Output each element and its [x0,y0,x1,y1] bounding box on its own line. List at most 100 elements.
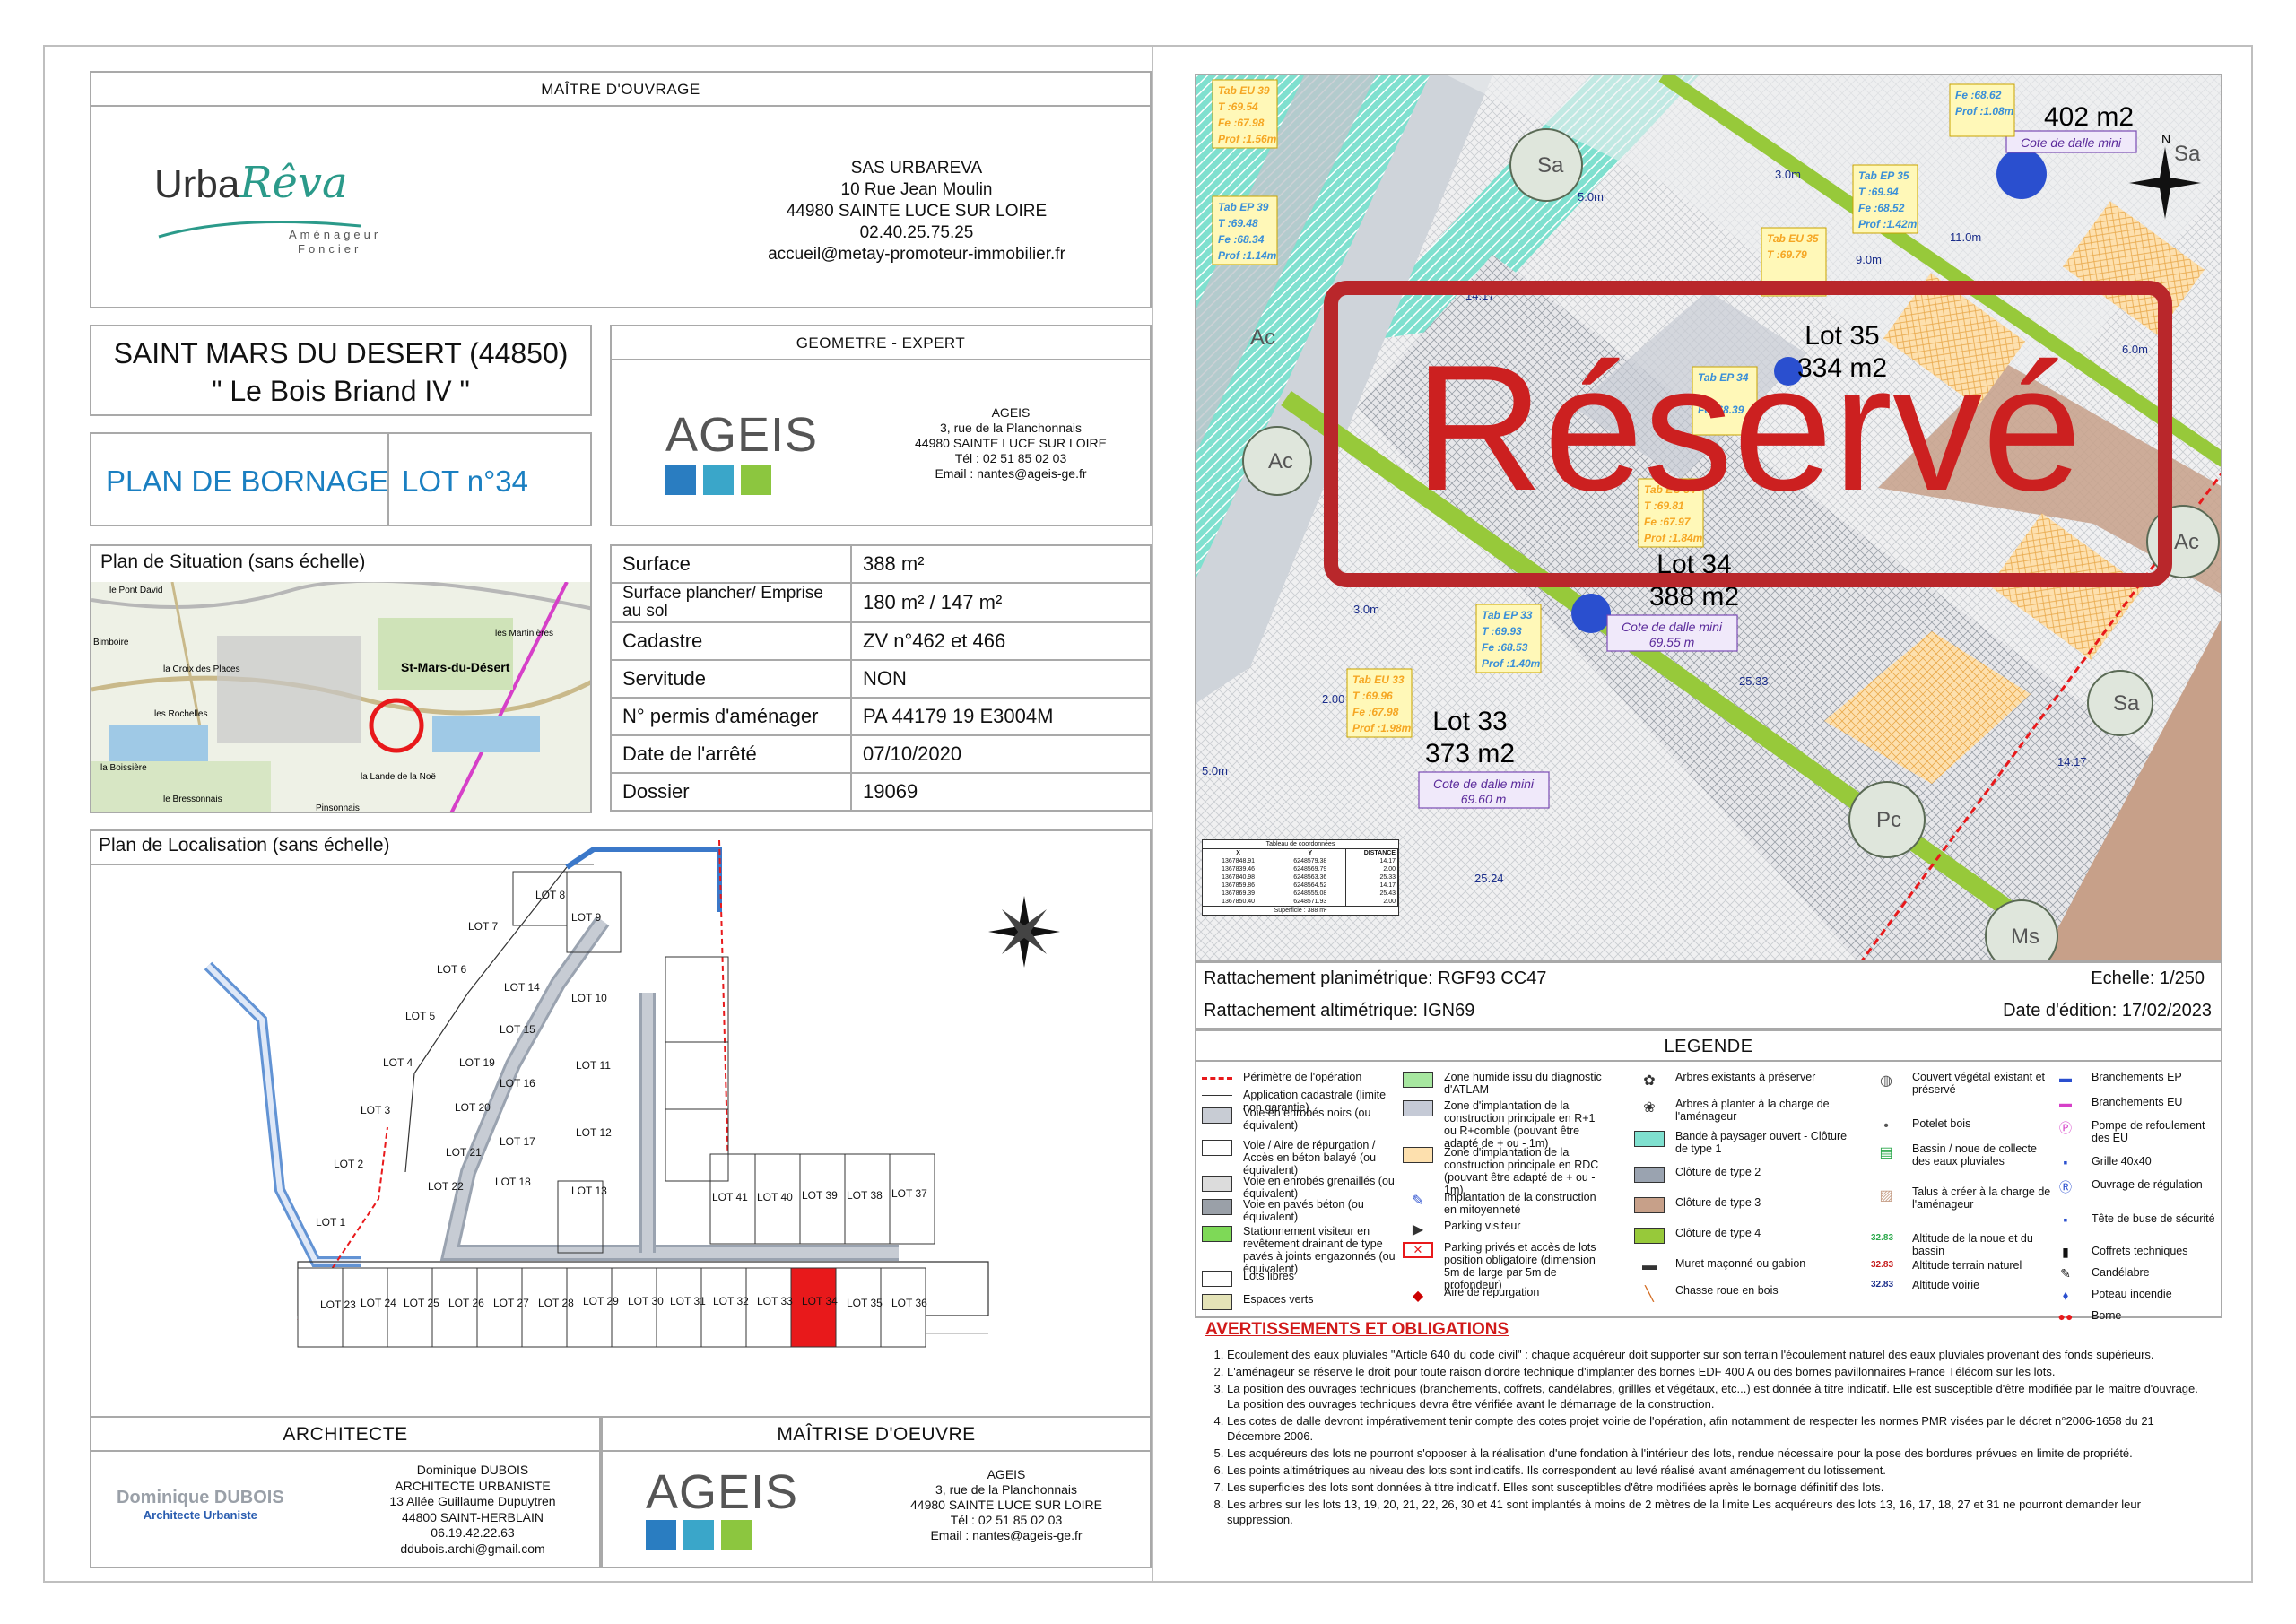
project-city: SAINT MARS DU DESERT (44850) [113,337,569,369]
legend-swatch [1634,1197,1665,1213]
legend-swatch: ⬧ [2062,1288,2069,1302]
ar-line: ddubois.archi@gmail.com [400,1541,545,1556]
legend-swatch: Ⓟ [2059,1121,2072,1135]
dimension-label: 25.24 [1474,872,1504,885]
tab-title: Tab EP 33 [1482,609,1533,621]
legend-swatch: ✕ [1403,1242,1433,1258]
legend-item: Ouvrage de régulation [2092,1178,2203,1191]
legend-item: Muret maçonné ou gabion [1675,1257,1806,1270]
dimension-label: 14.17 [2057,755,2087,769]
coord-row: 1367840.98 6248563.36 25.33 [1203,873,1398,881]
legend-item: Tête de buse de sécurité [2092,1212,2215,1225]
lot-label: LOT 21 [446,1146,482,1159]
legend-swatch [1634,1131,1665,1147]
situation-box: Plan de Situation (sans échelle) le Pont… [90,544,592,813]
legend-item: Branchements EU [2092,1096,2183,1108]
legend-swatch: ✿ [1643,1073,1656,1089]
legend-swatch: ▪ [2063,1212,2068,1227]
tab-line: Prof :1.08m [1955,105,2014,117]
tab-line: Prof :1.56m [1218,133,1277,145]
md-line: Email : nantes@ageis-ge.fr [930,1528,1083,1542]
page-divider [1152,47,1177,1581]
tab-line: Fe :68.62 [1955,89,2002,101]
coord-row: 1367848.91 6248579.38 14.17 [1203,857,1398,865]
svg-text:la Boissière: la Boissière [100,763,147,773]
coord-table-footer: Superficie : 388 m² [1203,906,1398,915]
lot-label: LOT 22 [428,1180,464,1193]
tab-line: T :69.94 [1858,186,1899,198]
geometre-box: GEOMETRE - EXPERT AGEIS AGEIS 3, rue de … [610,325,1152,526]
rattachement-alti: Rattachement altimétrique: IGN69 [1204,1001,1475,1020]
compass-rose-icon [988,896,1060,968]
avertissement-item: Les superficies des lots sont données à … [1227,1480,2206,1495]
lot-label: LOT 19 [459,1056,495,1069]
legend-item: Bassin / noue de collecte des eaux pluvi… [1912,1142,2037,1168]
lot-label: LOT 11 [576,1059,611,1072]
legend-swatch [1202,1140,1232,1156]
svg-text:la Lande de la Noë: la Lande de la Noë [361,772,436,782]
dimension-label: 3.0m [1775,168,1801,181]
legend-swatch [1403,1147,1433,1163]
table-row: N° permis d'aménager PA 44179 19 E3004M [610,697,1152,736]
svg-text:la Croix des Places: la Croix des Places [163,664,240,674]
ageis-logo: AGEIS [665,407,818,499]
legend-item: Pompe de refoulement des EU [2092,1119,2205,1144]
highlighted-lot [790,1267,837,1348]
lot-parcel [700,1267,747,1348]
avertissement-item: La position des ouvrages techniques (bra… [1227,1381,2206,1411]
plan-drawing: N Lot 35334 m2Lot 34388 m2Lot 33373 m240… [1196,75,2221,960]
coord-table-title: Tableau de coordonnées [1203,840,1398,849]
tab-title: Tab EU 33 [1352,673,1405,686]
lot-label: LOT 34 [802,1295,838,1307]
avertissement-item: Les cotes de dalle devront impérativemen… [1227,1413,2206,1444]
lot-label: LOT 30 [628,1295,664,1307]
coord-row: 1367839.46 6248569.79 2.00 [1203,865,1398,873]
ar-line: 06.19.42.22.63 [430,1525,515,1540]
lot-parcel [665,1041,729,1110]
maitrise-box: MAÎTRISE D'OEUVRE AGEIS AGEIS 3, rue de … [601,1416,1152,1568]
legend-item: Aire de répurgation [1444,1286,1540,1298]
ar-line: Dominique DUBOIS [416,1463,529,1477]
ar-line: 44800 SAINT-HERBLAIN [402,1509,544,1524]
avertissements-list: Ecoulement des eaux pluviales "Article 6… [1202,1347,2206,1529]
legend-swatch: Ⓡ [2059,1180,2072,1194]
mo-line: accueil@metay-promoteur-immobilier.fr [768,245,1065,264]
coord-table-rows: X Y DISTANCE 1367848.91 6248579.38 14.17 13678… [1203,849,1398,906]
legend-item: Poteau incendie [2092,1288,2172,1300]
lot-label: LOT 1 [316,1216,345,1229]
ageis-logo-2: AGEIS [646,1464,798,1555]
legend-swatch: ╲ [1645,1287,1654,1302]
info-table: Surface 388 m² Surface plancher/ Emprise … [610,544,1152,812]
table-row: Surface plancher/ Emprise au sol 180 m² /… [610,582,1152,623]
table-row: Surface 388 m² [610,544,1152,584]
lot-label: LOT 8 [535,889,565,901]
situation-title: Plan de Situation (sans échelle) [100,551,366,572]
legend-item: Voie / Aire de répurgation / Accès en bé… [1243,1139,1377,1177]
legend-swatch [1403,1072,1433,1088]
cote-value: 69.60 m [1461,792,1507,806]
project-name: " Le Bois Briand IV " [212,375,470,407]
table-row: Servitude NON [610,659,1152,699]
geometre-header: GEOMETRE - EXPERT [612,326,1150,360]
lot-label: LOT 9 [571,911,601,924]
lot-label: LOT 38 [847,1189,883,1202]
lot-parcel [611,1267,657,1348]
lot-label: LOT 40 [757,1191,793,1203]
svg-text:les Rochelles: les Rochelles [154,709,207,719]
svg-text:les Martinières: les Martinières [495,629,553,638]
legend-swatch: ▪ [2063,1155,2068,1169]
legend-swatch: ◆ [1412,1289,1424,1304]
lot-label: LOT 7 [468,920,498,933]
legend-item: Chasse roue en bois [1675,1284,1779,1297]
mo-line: 44980 SAINTE LUCE SUR LOIRE [786,202,1048,221]
legend-item: Voie en enrobés grenaillés (ou équivalen… [1243,1175,1395,1200]
lot-label: LOT 20 [455,1101,491,1114]
md-line: 44980 SAINTE LUCE SUR LOIRE [910,1498,1102,1512]
legend-item: Arbres existants à préserver [1675,1071,1816,1083]
rattachement-box: Rattachement planimétrique: RGF93 CC47 R… [1195,961,2222,1029]
legend-swatch: ▬ [2059,1096,2072,1110]
legend-item: Bande à paysager ouvert - Clôture de typ… [1675,1130,1848,1155]
legend-item: Stationnement visiteur en revêtement dra… [1243,1225,1396,1275]
legend-swatch: ◍ [1880,1073,1892,1089]
ge-line: Tél : 02 51 85 02 03 [954,451,1067,465]
